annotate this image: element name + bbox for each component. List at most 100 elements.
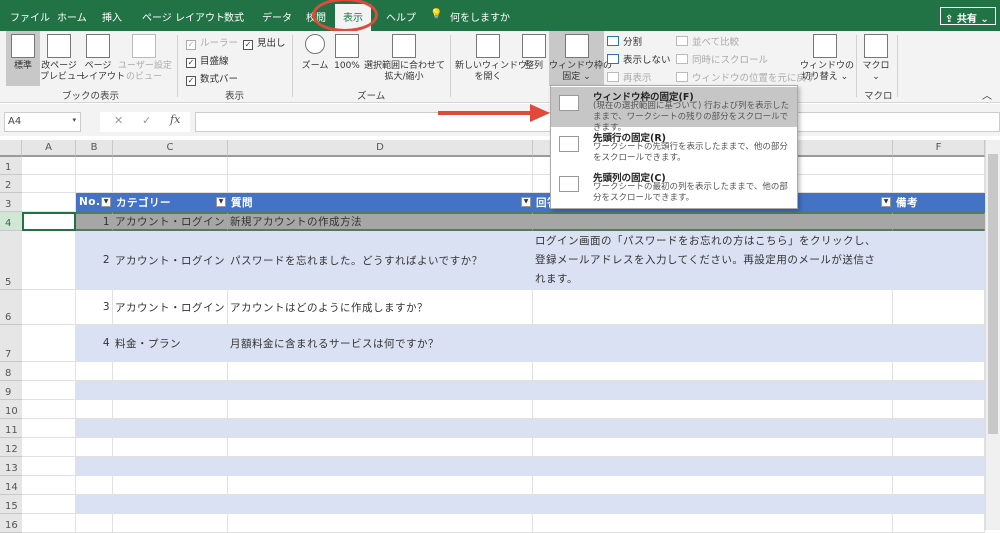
table-cell[interactable] xyxy=(228,514,533,533)
row-header-11[interactable]: 11 xyxy=(0,419,22,438)
table-cell[interactable] xyxy=(533,495,893,514)
cell[interactable] xyxy=(22,419,76,438)
cell[interactable] xyxy=(113,157,228,175)
cell[interactable] xyxy=(22,175,76,193)
zoom-to-selection-button[interactable]: 選択範囲に合わせて 拡大/縮小 xyxy=(364,34,445,83)
table-cell[interactable] xyxy=(893,362,985,381)
ruler-checkbox[interactable]: ✓ ルーラー xyxy=(186,35,238,50)
zoom-100-button[interactable]: 100% xyxy=(332,34,362,72)
table-cell[interactable]: パスワードを忘れました。どうすればよいですか？ xyxy=(228,231,533,290)
arrange-all-button[interactable]: 整列 xyxy=(521,34,547,72)
page-break-preview-button[interactable]: 改ページ プレビュー xyxy=(40,34,85,83)
cell[interactable] xyxy=(22,290,76,325)
table-cell[interactable]: アカウント・ログイン xyxy=(113,231,228,290)
share-button[interactable]: ⇪ 共有 ⌄ xyxy=(940,7,996,25)
vertical-scrollbar[interactable] xyxy=(985,140,1000,530)
synchronous-scrolling-button[interactable]: 同時にスクロール xyxy=(676,52,768,66)
table-cell[interactable] xyxy=(113,514,228,533)
table-cell[interactable] xyxy=(113,457,228,476)
tab-file[interactable]: ファイル xyxy=(10,9,50,24)
cell[interactable] xyxy=(22,457,76,476)
row-header-6[interactable]: 6 xyxy=(0,290,22,325)
hide-button[interactable]: 表示しない xyxy=(607,52,671,66)
column-header-B[interactable]: B xyxy=(76,140,113,157)
column-header-C[interactable]: C xyxy=(113,140,228,157)
cell[interactable] xyxy=(22,212,76,231)
table-cell[interactable] xyxy=(533,514,893,533)
gridlines-checkbox[interactable]: ✓ 目盛線 xyxy=(186,53,229,68)
table-cell[interactable] xyxy=(76,457,113,476)
table-cell[interactable] xyxy=(533,400,893,419)
view-side-by-side-button[interactable]: 並べて比較 xyxy=(676,34,739,48)
table-cell[interactable] xyxy=(228,495,533,514)
menu-item-freeze-panes[interactable]: ウィンドウ枠の固定(F) (現在の選択範囲に基づいて) 行および列を表示したままで… xyxy=(551,87,797,133)
table-cell[interactable]: 2 xyxy=(76,231,113,290)
table-cell[interactable] xyxy=(76,400,113,419)
table-cell[interactable] xyxy=(533,419,893,438)
table-cell[interactable] xyxy=(76,362,113,381)
menu-item-freeze-first-column[interactable]: 先頭列の固定(C) ワークシートの最初の列を表示したままで、他の部分をスクロールで… xyxy=(551,168,797,208)
table-cell[interactable] xyxy=(533,362,893,381)
spreadsheet-grid[interactable]: ABCDEF12345678910111213141516No.▼カテゴリー▼質… xyxy=(0,140,985,533)
table-cell[interactable] xyxy=(228,362,533,381)
tab-insert[interactable]: 挿入 xyxy=(102,9,122,24)
table-cell[interactable] xyxy=(893,514,985,533)
table-cell[interactable] xyxy=(533,290,893,325)
filter-dropdown-icon[interactable]: ▼ xyxy=(521,197,531,207)
table-cell[interactable]: 3 xyxy=(76,290,113,325)
table-header-cell[interactable]: 備考 xyxy=(893,193,985,212)
table-cell[interactable] xyxy=(76,514,113,533)
table-cell[interactable] xyxy=(533,325,893,362)
custom-views-button[interactable]: ユーザー設定 のビュー xyxy=(118,34,172,83)
row-header-7[interactable]: 7 xyxy=(0,325,22,362)
cell[interactable] xyxy=(228,175,533,193)
row-header-8[interactable]: 8 xyxy=(0,362,22,381)
table-cell[interactable]: 1 xyxy=(76,212,113,231)
table-cell[interactable] xyxy=(113,495,228,514)
table-cell[interactable] xyxy=(893,457,985,476)
table-cell[interactable] xyxy=(228,419,533,438)
select-all-button[interactable] xyxy=(0,140,22,157)
column-header-D[interactable]: D xyxy=(228,140,533,157)
split-button[interactable]: 分割 xyxy=(607,34,642,48)
table-cell[interactable] xyxy=(533,457,893,476)
menu-item-freeze-top-row[interactable]: 先頭行の固定(R) ワークシートの先頭行を表示したままで、他の部分をスクロールでき… xyxy=(551,128,797,168)
cell[interactable] xyxy=(22,231,76,290)
table-header-cell[interactable]: カテゴリー xyxy=(113,193,228,212)
row-header-3[interactable]: 3 xyxy=(0,193,22,212)
table-cell[interactable] xyxy=(893,231,985,290)
tab-page-layout[interactable]: ページ レイアウト xyxy=(142,9,225,24)
cell[interactable] xyxy=(22,438,76,457)
row-header-13[interactable]: 13 xyxy=(0,457,22,476)
table-cell[interactable] xyxy=(113,381,228,400)
cell[interactable] xyxy=(22,495,76,514)
cell[interactable] xyxy=(76,175,113,193)
table-cell[interactable] xyxy=(228,457,533,476)
table-cell[interactable] xyxy=(113,476,228,495)
table-cell[interactable] xyxy=(533,212,893,231)
enter-icon[interactable]: ✓ xyxy=(142,114,151,127)
table-cell[interactable] xyxy=(893,495,985,514)
cell[interactable] xyxy=(228,157,533,175)
cell[interactable] xyxy=(893,157,985,175)
column-header-F[interactable]: F xyxy=(893,140,985,157)
table-cell[interactable]: 月額料金に含まれるサービスは何ですか？ xyxy=(228,325,533,362)
table-cell[interactable]: 料金・プラン xyxy=(113,325,228,362)
table-cell[interactable] xyxy=(76,381,113,400)
table-cell[interactable]: 4 xyxy=(76,325,113,362)
table-cell[interactable] xyxy=(533,438,893,457)
name-box[interactable]: A4 ▾ xyxy=(4,112,81,132)
formula-bar-checkbox[interactable]: ✓ 数式バー xyxy=(186,71,238,86)
normal-view-button[interactable]: 標準 xyxy=(6,31,40,86)
filter-button[interactable]: ▼ xyxy=(879,193,893,212)
table-cell[interactable] xyxy=(893,325,985,362)
row-header-10[interactable]: 10 xyxy=(0,400,22,419)
row-header-1[interactable]: 1 xyxy=(0,157,22,175)
insert-function-icon[interactable]: fx xyxy=(170,113,180,126)
cell[interactable] xyxy=(113,175,228,193)
switch-windows-button[interactable]: ウィンドウの 切り替え ⌄ xyxy=(800,34,854,83)
table-cell[interactable] xyxy=(893,400,985,419)
row-header-12[interactable]: 12 xyxy=(0,438,22,457)
unhide-button[interactable]: 再表示 xyxy=(607,70,652,84)
cell[interactable] xyxy=(22,325,76,362)
